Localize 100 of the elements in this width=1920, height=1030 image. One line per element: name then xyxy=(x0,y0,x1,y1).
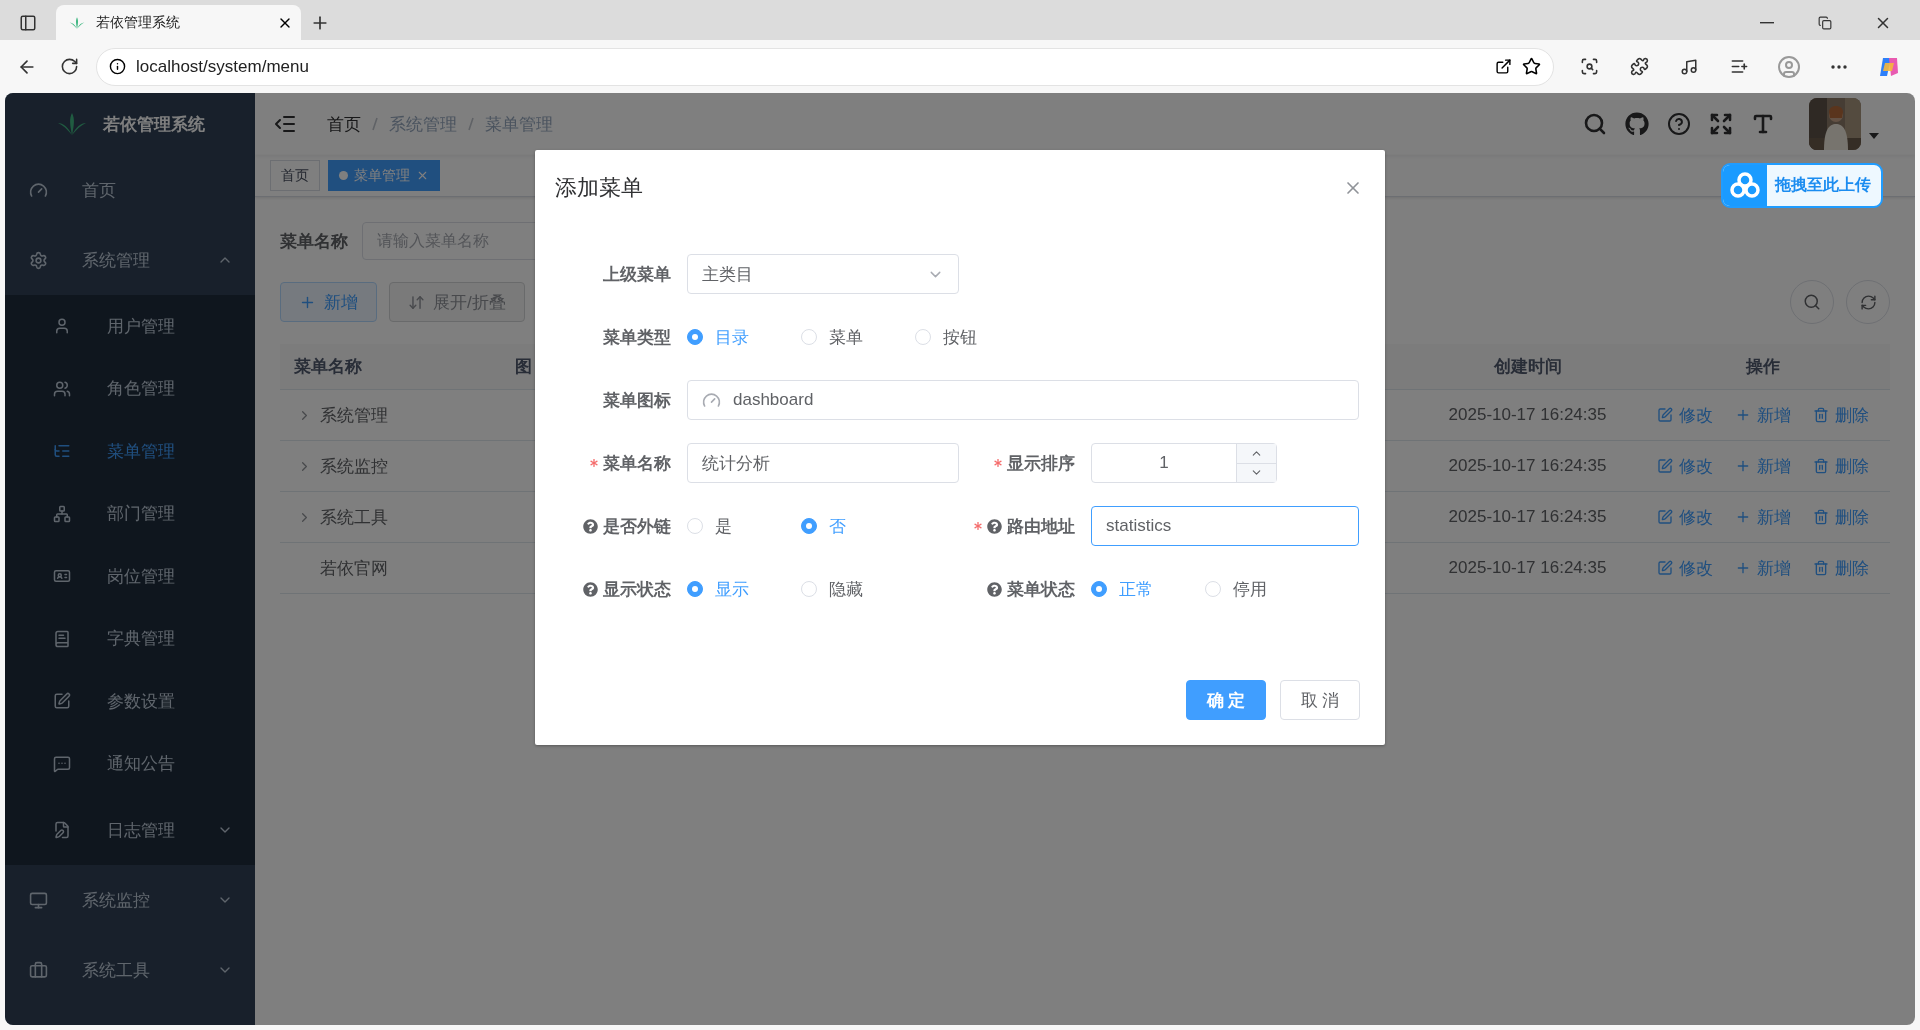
puzzle-icon xyxy=(1629,57,1649,76)
action-link[interactable]: 修改 xyxy=(1648,556,1721,580)
radio-button[interactable] xyxy=(687,581,703,597)
github-icon[interactable] xyxy=(1625,112,1649,136)
help-icon[interactable] xyxy=(987,518,1002,534)
submenu-item[interactable]: 角色管理 xyxy=(5,357,255,420)
upload-button[interactable]: 拖拽至此上传 xyxy=(1721,163,1883,208)
app-title: 若依管理系统 xyxy=(103,113,205,136)
field-label: 显示状态 xyxy=(603,578,671,601)
edit-icon xyxy=(1656,407,1673,423)
cloud-icon xyxy=(1723,165,1767,206)
action-link[interactable]: 修改 xyxy=(1648,505,1721,529)
menu-item[interactable]: 系统监控 xyxy=(5,865,255,935)
table-cell-text: 若依官网 xyxy=(320,557,388,580)
submenu-item[interactable]: 日志管理 xyxy=(5,795,255,865)
radio-option[interactable]: 隐藏 xyxy=(801,577,879,601)
scan-icon xyxy=(1579,57,1599,76)
search-icon[interactable] xyxy=(1583,112,1607,136)
radio-option[interactable]: 正常 xyxy=(1091,577,1169,601)
radio-option[interactable]: 否 xyxy=(801,514,879,538)
action-link[interactable]: 修改 xyxy=(1648,403,1721,427)
radio-option[interactable]: 是 xyxy=(687,514,765,538)
table-cell: 2025-10-17 16:24:35 xyxy=(1448,507,1607,527)
radio-option[interactable]: 目录 xyxy=(687,325,765,349)
field-label: 菜单图标 xyxy=(603,389,671,412)
open-in-app-icon[interactable] xyxy=(1495,58,1512,75)
menu-item[interactable]: 首页 xyxy=(5,155,255,225)
trash-icon xyxy=(1812,560,1829,576)
radio-option[interactable]: 显示 xyxy=(687,577,765,601)
help-icon[interactable] xyxy=(1667,112,1691,136)
action-link[interactable]: 删除 xyxy=(1804,403,1877,427)
icon-field[interactable]: dashboard xyxy=(687,380,1359,420)
input-field[interactable]: 统计分析 xyxy=(687,443,959,483)
help-icon[interactable] xyxy=(583,581,598,597)
confirm-button[interactable]: 确 定 xyxy=(1186,680,1266,720)
field-label: 菜单状态 xyxy=(1007,578,1075,601)
help-icon[interactable] xyxy=(987,581,1002,597)
minimize-icon xyxy=(1760,22,1774,24)
address-bar[interactable]: localhost/system/menu xyxy=(96,47,1554,86)
radio-button[interactable] xyxy=(1091,581,1107,597)
cancel-button[interactable]: 取 消 xyxy=(1280,680,1360,720)
refresh-button[interactable] xyxy=(1846,280,1890,324)
action-link[interactable]: 新增 xyxy=(1726,556,1799,580)
radio-button[interactable] xyxy=(801,518,817,534)
help-icon[interactable] xyxy=(583,518,598,534)
action-link[interactable]: 新增 xyxy=(1726,454,1799,478)
user-icon xyxy=(53,317,71,336)
submenu-item[interactable]: 部门管理 xyxy=(5,482,255,545)
radio-option[interactable]: 菜单 xyxy=(801,325,879,349)
field-label: 路由地址 xyxy=(1007,515,1075,538)
action-link[interactable]: 删除 xyxy=(1804,454,1877,478)
search-button[interactable] xyxy=(1790,280,1834,324)
submenu-item[interactable]: 参数设置 xyxy=(5,670,255,733)
trash-icon xyxy=(1812,407,1829,423)
page-tag[interactable]: 菜单管理 xyxy=(328,160,440,191)
action-link[interactable]: 修改 xyxy=(1648,454,1721,478)
dot-icon xyxy=(339,171,348,180)
submenu-item[interactable]: 菜单管理 xyxy=(5,420,255,483)
panel-icon xyxy=(19,14,37,32)
radio-button[interactable] xyxy=(687,329,703,345)
font-size-icon[interactable] xyxy=(1751,112,1775,136)
table-cell: 2025-10-17 16:24:35 xyxy=(1448,456,1607,476)
table-cell: 2025-10-17 16:24:35 xyxy=(1448,558,1607,578)
submenu-item[interactable]: 通知公告 xyxy=(5,732,255,795)
action-link[interactable]: 新增 xyxy=(1726,505,1799,529)
table-cell-text: 系统监控 xyxy=(320,455,388,478)
book-icon xyxy=(53,629,71,648)
breadcrumb-item[interactable]: 首页 xyxy=(327,112,361,136)
select-field[interactable]: 主类目 xyxy=(687,254,959,294)
search-icon xyxy=(1803,293,1821,311)
trash-icon xyxy=(1812,458,1829,474)
action-link[interactable]: 新增 xyxy=(1726,403,1799,427)
chat-icon xyxy=(53,754,71,773)
add-button[interactable]: 新增 xyxy=(280,282,377,322)
star-icon[interactable] xyxy=(1522,57,1541,76)
sort-arrows-icon xyxy=(408,293,425,311)
page-tag[interactable]: 首页 xyxy=(270,160,320,191)
table-cell: 2025-10-17 16:24:35 xyxy=(1448,405,1607,425)
menu-item[interactable]: 系统管理 xyxy=(5,225,255,295)
radio-option[interactable]: 停用 xyxy=(1205,577,1283,601)
submenu-item[interactable]: 字典管理 xyxy=(5,607,255,670)
fullscreen-icon[interactable] xyxy=(1709,112,1733,136)
action-link[interactable]: 删除 xyxy=(1804,505,1877,529)
refresh-icon xyxy=(1859,293,1877,311)
action-link[interactable]: 删除 xyxy=(1804,556,1877,580)
field-label: 菜单类型 xyxy=(603,326,671,349)
menu-item[interactable]: 系统工具 xyxy=(5,935,255,1005)
caret-icon[interactable] xyxy=(1869,133,1879,139)
separator-icon xyxy=(371,116,379,132)
music-icon xyxy=(1680,57,1698,76)
user-icon xyxy=(1777,54,1801,79)
gear-icon xyxy=(29,250,48,270)
submenu-item[interactable]: 岗位管理 xyxy=(5,545,255,608)
input-field[interactable]: statistics xyxy=(1091,506,1359,546)
radio-option[interactable]: 按钮 xyxy=(915,325,993,349)
ellipsis-icon xyxy=(1831,64,1847,69)
submenu-item[interactable]: 用户管理 xyxy=(5,295,255,358)
separator-icon xyxy=(467,116,475,132)
field-label: 显示排序 xyxy=(1007,452,1075,475)
browser-tab[interactable]: 若依管理系统 xyxy=(56,5,301,40)
